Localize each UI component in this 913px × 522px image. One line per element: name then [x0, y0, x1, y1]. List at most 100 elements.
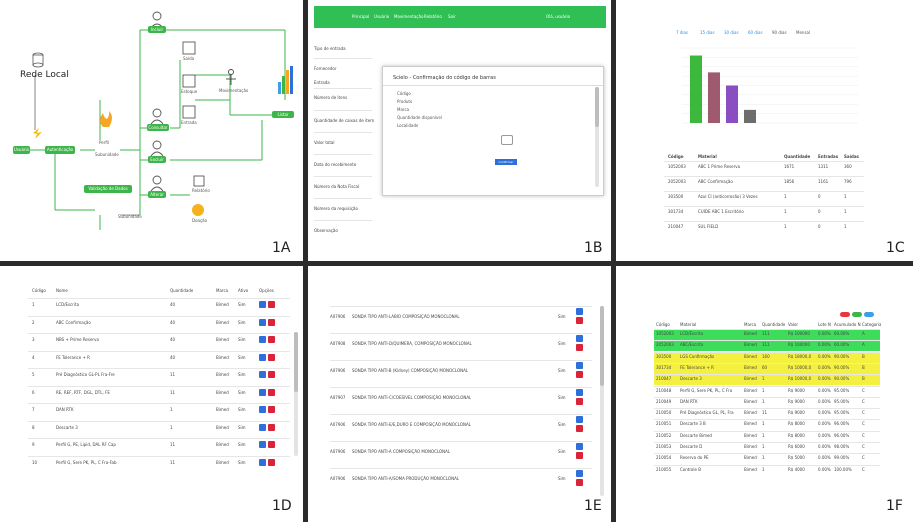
table-cell: FE Tolerance + R: [56, 354, 90, 360]
nav-usuario[interactable]: Usuário: [374, 14, 389, 19]
table-cell: Bimed: [216, 424, 229, 430]
edit-button[interactable]: [259, 371, 266, 378]
edit-button[interactable]: [259, 406, 266, 413]
filter-90-dias[interactable]: 90 dias: [772, 30, 787, 35]
table-cell: 360: [844, 164, 852, 169]
scrollbar[interactable]: [595, 87, 599, 187]
edit-button[interactable]: [259, 353, 266, 361]
delete-button[interactable]: [576, 425, 583, 432]
table-cell: Bimed: [744, 364, 757, 370]
table-cell: SUL FIELD: [698, 224, 719, 229]
edit-button[interactable]: [576, 389, 583, 396]
table-cell: 10: [32, 459, 38, 465]
filter-7-dias[interactable]: 7 dias: [676, 30, 688, 35]
modal-field: Produto: [397, 99, 413, 104]
filter-30-dias[interactable]: 30 dias: [724, 30, 739, 35]
delete-button[interactable]: [268, 353, 275, 361]
confirm-button[interactable]: Confirmar: [495, 159, 517, 165]
nav-principal[interactable]: Principal: [352, 14, 369, 19]
table-cell: 111: [762, 331, 770, 336]
edit-button[interactable]: [259, 388, 266, 396]
table-cell: Perfil G, Sere PK, PL, C Fra: [680, 387, 733, 393]
table-cell: Bimed: [744, 398, 757, 404]
bar-chart: [682, 47, 858, 124]
nav-movimentacao[interactable]: Movimentação: [394, 14, 423, 19]
table-cell: Sim: [558, 341, 566, 346]
user-icon: [150, 11, 164, 192]
side-input[interactable]: [314, 58, 372, 65]
table-cell: Descarte 3: [680, 376, 702, 382]
table-header: Acumulado N: [834, 322, 861, 327]
filter-15-dias[interactable]: 15 dias: [700, 30, 715, 35]
table-cell: 60.00%: [834, 342, 850, 348]
table-cell: Sim: [558, 368, 566, 373]
delete-button[interactable]: [576, 344, 583, 351]
edit-button[interactable]: [576, 362, 583, 369]
panel-1c: 7 dias 15 dias 30 dias 60 dias 90 dias M…: [616, 0, 913, 261]
edit-button[interactable]: [576, 470, 583, 477]
filter-mensal[interactable]: Mensal: [796, 30, 810, 35]
side-input[interactable]: [314, 88, 372, 95]
bar-2: [708, 72, 720, 123]
delete-button[interactable]: [576, 371, 583, 378]
edit-button[interactable]: [259, 441, 266, 448]
scrollbar[interactable]: [600, 306, 604, 496]
filter-60-dias[interactable]: 60 dias: [748, 30, 763, 35]
table-cell: B: [862, 376, 865, 382]
scrollbar[interactable]: [294, 332, 298, 456]
side-input[interactable]: [314, 198, 372, 205]
side-input[interactable]: [314, 132, 372, 139]
table-cell: 9: [32, 442, 35, 447]
side-input[interactable]: [314, 110, 372, 117]
nav-user[interactable]: Olá, usuário: [546, 14, 570, 19]
table-cell: 1: [762, 466, 765, 472]
edit-button[interactable]: [259, 336, 266, 343]
edit-button[interactable]: [259, 423, 266, 431]
edit-button[interactable]: [259, 301, 266, 308]
table-cell: C: [862, 432, 865, 438]
nav-sair[interactable]: Sair: [448, 14, 456, 19]
nav-relatorio[interactable]: Relatório: [424, 14, 442, 19]
delete-button[interactable]: [268, 423, 275, 431]
delete-button[interactable]: [576, 452, 583, 459]
table-cell: 7: [32, 407, 35, 412]
table-cell: 100.00%: [834, 466, 852, 472]
table-row: [330, 468, 592, 470]
edit-button[interactable]: [259, 318, 266, 326]
table-cell: C: [862, 387, 865, 393]
edit-button[interactable]: [576, 416, 583, 423]
table-cell: 1052003: [668, 164, 686, 169]
edit-button[interactable]: [576, 335, 583, 342]
side-input[interactable]: [314, 176, 372, 183]
table-cell: Sim: [238, 407, 246, 412]
delete-button[interactable]: [268, 301, 275, 308]
edit-button[interactable]: [576, 443, 583, 450]
table-header: Entradas: [818, 154, 839, 159]
node-usuario: Usuário: [13, 146, 30, 154]
table-cell: 1: [784, 224, 787, 229]
delete-button[interactable]: [268, 318, 275, 326]
delete-button[interactable]: [268, 458, 275, 466]
table-row: [28, 333, 290, 335]
table-cell: Sim: [238, 424, 246, 430]
delete-button[interactable]: [576, 479, 583, 486]
table-cell: Descarte D: [680, 444, 703, 449]
table-cell: 0.00%: [818, 387, 831, 393]
delete-button[interactable]: [576, 398, 583, 405]
delete-button[interactable]: [268, 371, 275, 378]
side-input[interactable]: [314, 154, 372, 161]
delete-button[interactable]: [268, 336, 275, 343]
table-cell: A07906: [330, 422, 346, 427]
edit-button[interactable]: [576, 308, 583, 315]
table-cell: 1: [844, 209, 847, 214]
edit-button[interactable]: [259, 458, 266, 466]
delete-button[interactable]: [268, 406, 275, 413]
modal-field: Localidade: [397, 123, 419, 128]
table-cell: Bimed: [216, 372, 229, 377]
delete-button[interactable]: [576, 317, 583, 324]
table-row: [664, 161, 864, 163]
table-cell: Bimed: [744, 387, 757, 393]
delete-button[interactable]: [268, 388, 275, 396]
side-input[interactable]: [314, 220, 372, 227]
delete-button[interactable]: [268, 441, 275, 448]
